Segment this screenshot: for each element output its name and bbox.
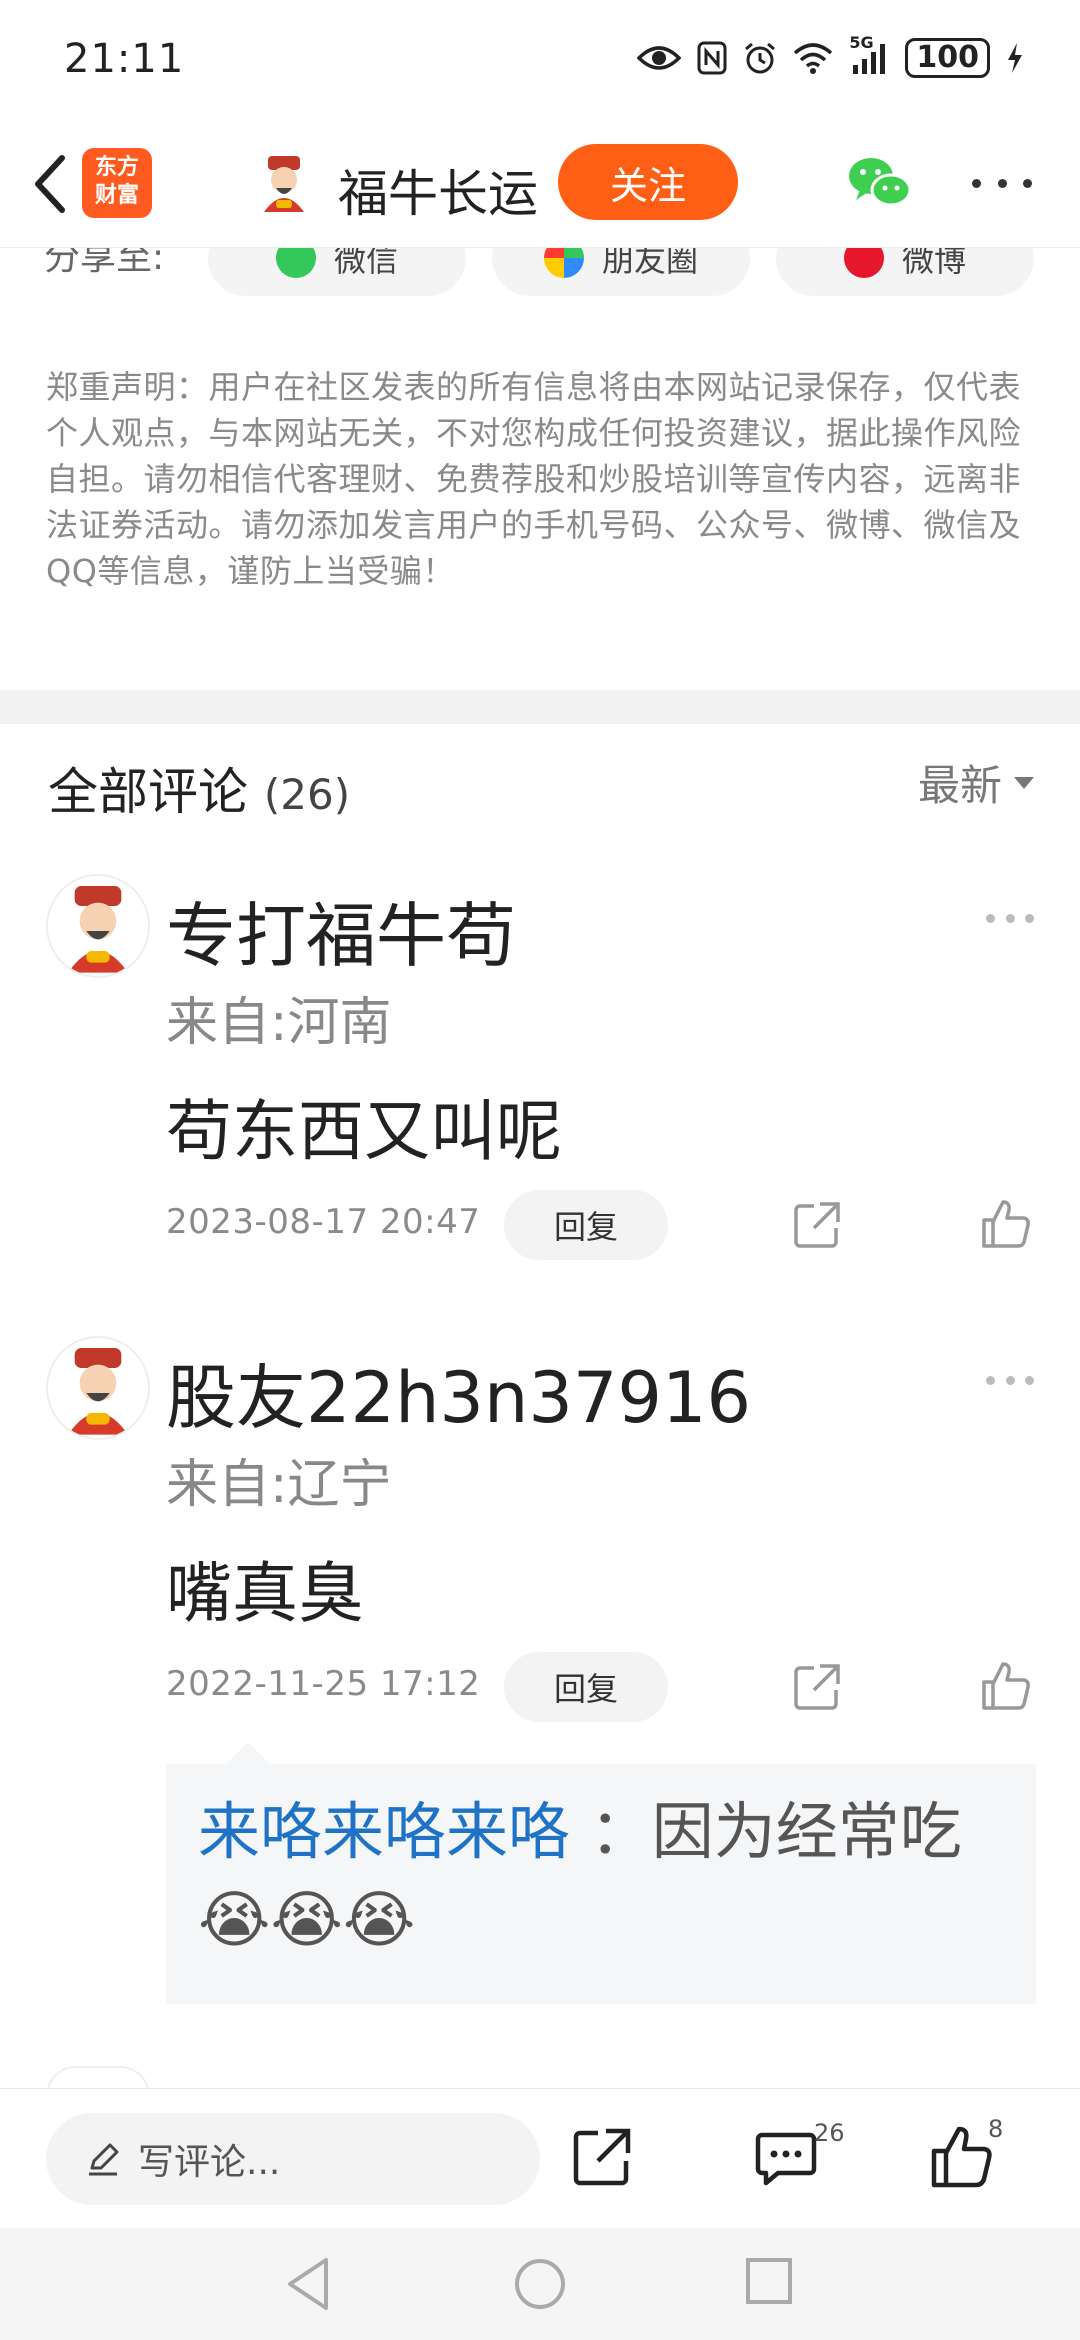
more-icon-dot: [1025, 914, 1034, 923]
more-icon-dot: [1025, 1376, 1034, 1385]
comment-location: 来自:辽宁: [166, 1455, 392, 1515]
sub-reply-emoji: 😭😭😭: [198, 1883, 416, 1956]
like-count-badge: 8: [988, 2115, 1004, 2143]
more-icon-dot: [986, 1376, 995, 1385]
share-button[interactable]: [570, 2125, 634, 2189]
more-icon-dot: [1023, 178, 1032, 188]
sort-label: 最新: [917, 761, 1002, 810]
comment-count-badge: 26: [814, 2119, 845, 2147]
like-button[interactable]: [930, 2125, 994, 2189]
comments-count: (26): [263, 770, 351, 819]
share-icon: [794, 1202, 840, 1248]
app-logo-text: 东方财富: [94, 155, 139, 208]
god-of-wealth-icon: [68, 1348, 128, 1435]
share-icon: [794, 1664, 840, 1710]
comment-more-button[interactable]: [986, 1376, 1034, 1390]
battery-level: 100: [916, 40, 979, 75]
god-of-wealth-icon: [264, 156, 304, 212]
thumbs-up-icon: [931, 2126, 992, 2188]
signal-icon: 5G: [849, 33, 889, 75]
network-type: 5G: [849, 33, 874, 52]
like-button[interactable]: [980, 1198, 1032, 1250]
back-triangle-icon[interactable]: [284, 2256, 332, 2312]
write-comment-placeholder: 写评论...: [138, 2142, 281, 2183]
nfc-icon: [697, 41, 727, 75]
section-divider: [0, 690, 1080, 724]
system-navigation-bar: [0, 2228, 1080, 2340]
like-button[interactable]: [980, 1660, 1032, 1712]
more-icon-dot: [986, 914, 995, 923]
comments-title: 全部评论: [48, 763, 248, 821]
share-icon: [573, 2128, 631, 2186]
wechat-share-button[interactable]: [846, 152, 912, 212]
status-bar: 21:11 5G 100: [0, 0, 1080, 120]
page-title: 福牛长运: [338, 165, 538, 223]
follow-button[interactable]: 关注: [558, 144, 738, 220]
wechat-icon: [849, 158, 912, 207]
comments-button[interactable]: [754, 2125, 818, 2189]
more-icon-dot: [997, 178, 1007, 188]
chevron-down-icon: [1014, 776, 1034, 789]
avatar[interactable]: [46, 1336, 150, 1440]
share-button[interactable]: [792, 1662, 842, 1712]
comment-more-button[interactable]: [986, 914, 1034, 928]
app-logo[interactable]: 东方财富: [82, 148, 152, 218]
comment-username[interactable]: 股友22h3n37916: [166, 1342, 751, 1443]
battery-icon: 100: [905, 38, 990, 78]
more-button[interactable]: [972, 158, 1032, 208]
comment-time: 2023-08-17 20:47: [166, 1202, 481, 1242]
more-icon-dot: [1005, 1376, 1015, 1385]
status-icons: 5G 100: [637, 33, 1024, 78]
comment-location: 来自:河南: [166, 993, 392, 1053]
disclaimer-text: 郑重声明：用户在社区发表的所有信息将由本网站记录保存，仅代表个人观点，与本网站无…: [46, 368, 1022, 590]
home-circle-icon[interactable]: [512, 2256, 568, 2312]
status-time: 21:11: [64, 36, 185, 82]
back-icon: [35, 155, 65, 213]
sort-dropdown[interactable]: 最新: [918, 752, 1034, 813]
share-button[interactable]: [792, 1200, 842, 1250]
comment-time: 2022-11-25 17:12: [166, 1664, 481, 1704]
thumbs-up-icon: [982, 1200, 1030, 1248]
comment-icon: [755, 2132, 817, 2186]
reply-button[interactable]: 回复: [504, 1190, 668, 1260]
reply-button[interactable]: 回复: [504, 1652, 668, 1722]
reply-caret: [226, 1742, 270, 1764]
pencil-icon: [89, 2143, 119, 2176]
thumbs-up-icon: [982, 1662, 1030, 1710]
wifi-icon: [793, 42, 833, 74]
back-button[interactable]: [20, 150, 80, 218]
sub-reply-text: ：因为经常吃: [589, 1795, 962, 1868]
more-icon-dot: [1005, 914, 1015, 923]
avatar[interactable]: [254, 154, 314, 214]
alarm-icon: [743, 41, 777, 75]
comment-username[interactable]: 专打福牛苟: [166, 880, 516, 981]
avatar[interactable]: [46, 874, 150, 978]
eye-icon: [637, 43, 682, 73]
comments-header: 全部评论 (26): [48, 752, 350, 824]
sub-reply-username[interactable]: 来咯来咯来咯: [198, 1795, 570, 1868]
bottom-action-bar: 写评论... 26 8: [0, 2088, 1080, 2228]
write-comment-input[interactable]: 写评论...: [46, 2113, 540, 2205]
comment-text: 嘴真臭: [166, 1555, 364, 1632]
recents-square-icon[interactable]: [744, 2256, 794, 2306]
charging-icon: [1006, 42, 1024, 74]
comment-text: 苟东西又叫呢: [166, 1093, 562, 1170]
more-icon-dot: [972, 178, 981, 188]
sub-reply[interactable]: 来咯来咯来咯 ：因为经常吃 😭😭😭: [166, 1742, 1036, 2004]
god-of-wealth-icon: [68, 886, 128, 973]
nav-bar: 东方财富 福牛长运 关注: [0, 120, 1080, 248]
